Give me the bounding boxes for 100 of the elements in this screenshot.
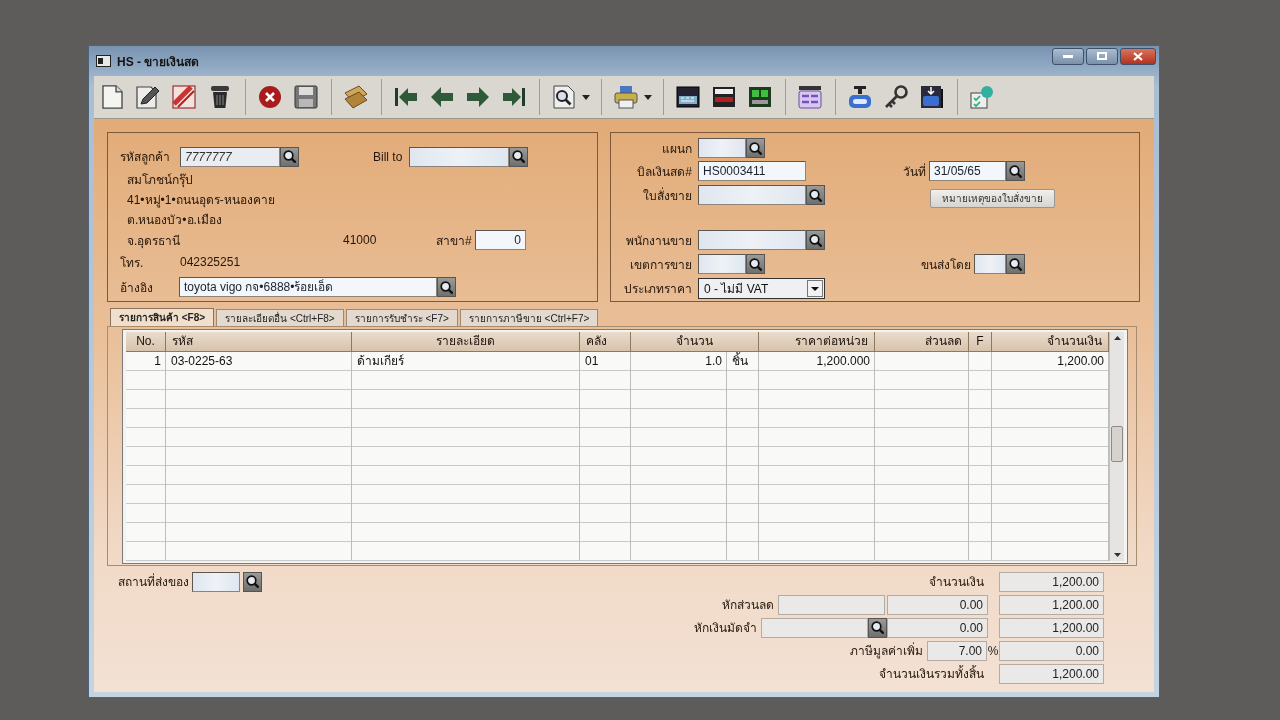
- download-icon[interactable]: [920, 85, 944, 109]
- search-button[interactable]: [806, 185, 825, 205]
- window-icon: [96, 55, 111, 67]
- customer-name: สมโภชน์กรุ๊ป: [127, 171, 193, 189]
- column-header[interactable]: รายละเอียด: [352, 332, 580, 352]
- input-field[interactable]: [698, 185, 806, 205]
- table-cell-text: 1,200.00: [1056, 353, 1105, 370]
- total-label: ภาษีมูลค่าเพิ่ม: [850, 641, 923, 660]
- total-field[interactable]: 1,200.00: [999, 594, 1104, 615]
- key-icon[interactable]: [884, 85, 908, 109]
- input-field[interactable]: toyota vigo กจ•6888•ร้อยเอ็ด: [179, 277, 437, 297]
- checklist-icon[interactable]: [970, 85, 994, 109]
- tab[interactable]: รายการสินค้า <F8>: [110, 308, 215, 326]
- search-button[interactable]: [868, 617, 887, 638]
- phone-number: 042325251: [180, 255, 241, 269]
- column-header[interactable]: คลัง: [580, 332, 631, 352]
- search-icon: [871, 621, 884, 634]
- search-button[interactable]: [1006, 254, 1025, 274]
- field-label: พนักงานขาย: [626, 232, 692, 250]
- table-cell-text: ด้ามเกียร์: [356, 353, 405, 370]
- input-field[interactable]: [974, 254, 1006, 274]
- document-icon[interactable]: [100, 85, 124, 109]
- total-field[interactable]: 1,200.00: [999, 617, 1104, 638]
- search-icon: [749, 141, 762, 155]
- total-field[interactable]: 0.00: [999, 640, 1104, 661]
- scroll-up-icon[interactable]: [1113, 336, 1121, 340]
- column-header[interactable]: จำนวนเงิน: [992, 332, 1109, 352]
- scroll-down-icon[interactable]: [1113, 553, 1121, 557]
- search-button[interactable]: [437, 277, 456, 297]
- table-icon[interactable]: [798, 85, 822, 109]
- card-icon[interactable]: [712, 85, 736, 109]
- stamp-icon[interactable]: [848, 85, 872, 109]
- input-field[interactable]: [698, 138, 746, 158]
- crossed-box-icon[interactable]: [172, 85, 196, 109]
- input-field[interactable]: [778, 594, 885, 615]
- input-field[interactable]: [192, 571, 240, 592]
- percent-sign: %: [987, 643, 999, 658]
- table-cell-text: 1.0: [704, 353, 723, 370]
- search-button[interactable]: [1006, 161, 1025, 181]
- edit-icon[interactable]: [136, 85, 160, 109]
- column-header[interactable]: จำนวน: [631, 332, 759, 352]
- input-field[interactable]: 0: [475, 230, 526, 250]
- search-button[interactable]: [746, 254, 765, 274]
- scrollbar[interactable]: [1109, 332, 1124, 561]
- screen-icon[interactable]: [676, 85, 700, 109]
- field-label: รหัสลูกค้า: [120, 149, 170, 166]
- input-field[interactable]: HS0003411: [698, 161, 806, 181]
- table-cell-text: ชิ้น: [731, 352, 749, 370]
- caret-icon[interactable]: [582, 94, 590, 100]
- column-header[interactable]: ราคาต่อหน่วย: [759, 332, 875, 352]
- arrow-right-icon[interactable]: [466, 85, 490, 109]
- search-icon: [283, 150, 296, 163]
- search-button[interactable]: [280, 146, 299, 167]
- input-field[interactable]: 31/05/65: [929, 161, 1006, 181]
- search-icon: [1009, 164, 1022, 178]
- close-button[interactable]: [1120, 47, 1156, 65]
- document-search-icon[interactable]: [552, 85, 576, 109]
- price-type-dropdown[interactable]: 0 - ไม่มี VAT: [698, 278, 825, 299]
- input-field[interactable]: 7777777: [180, 146, 280, 167]
- search-icon: [512, 150, 525, 163]
- skip-back-icon[interactable]: [394, 85, 418, 109]
- search-icon: [440, 280, 453, 294]
- column-header[interactable]: No.: [126, 332, 166, 352]
- address-line: ต.หนองบัว•อ.เมือง: [127, 211, 222, 229]
- trash-icon[interactable]: [208, 85, 232, 109]
- amount-field[interactable]: 0.00: [887, 617, 988, 638]
- search-button[interactable]: [243, 571, 262, 592]
- order-note-button[interactable]: หมายเหตุของใบสั่งขาย: [930, 188, 1055, 208]
- amount-field[interactable]: 0.00: [887, 594, 988, 615]
- input-field[interactable]: [698, 230, 806, 250]
- input-field[interactable]: [409, 146, 509, 167]
- total-label: หักเงินมัดจำ: [694, 620, 757, 637]
- input-field[interactable]: [761, 617, 868, 638]
- printer-icon[interactable]: [614, 85, 638, 109]
- column-header[interactable]: รหัส: [166, 332, 352, 352]
- caret-icon[interactable]: [644, 94, 652, 100]
- search-button[interactable]: [746, 138, 765, 158]
- arrow-left-icon[interactable]: [430, 85, 454, 109]
- total-field[interactable]: 1,200.00: [999, 571, 1104, 592]
- tab[interactable]: รายการภาษีขาย <Ctrl+F7>: [459, 309, 599, 326]
- total-label: หักส่วนลด: [722, 597, 774, 614]
- rate-field[interactable]: 7.00: [927, 640, 987, 661]
- field-label: แผนก: [662, 140, 692, 158]
- banknotes-icon[interactable]: [344, 85, 368, 109]
- scrollbar-thumb[interactable]: [1111, 426, 1123, 462]
- search-button[interactable]: [509, 146, 528, 167]
- total-field[interactable]: 1,200.00: [999, 663, 1104, 684]
- maximize-button[interactable]: [1086, 47, 1118, 65]
- skip-forward-icon[interactable]: [502, 85, 526, 109]
- input-field[interactable]: [698, 254, 746, 274]
- column-header[interactable]: ส่วนลด: [875, 332, 969, 352]
- column-header[interactable]: F: [969, 332, 992, 352]
- minimize-icon: [1063, 54, 1073, 58]
- field-label: ประเภทราคา: [624, 281, 692, 298]
- tab[interactable]: รายละเอียดอื่น <Ctrl+F8>: [216, 309, 344, 326]
- minimize-button[interactable]: [1052, 47, 1084, 65]
- monitor-icon[interactable]: [748, 85, 772, 109]
- tab[interactable]: รายการรับชำระ <F7>: [345, 309, 458, 326]
- x-circle-icon[interactable]: [258, 85, 282, 109]
- search-button[interactable]: [806, 230, 825, 250]
